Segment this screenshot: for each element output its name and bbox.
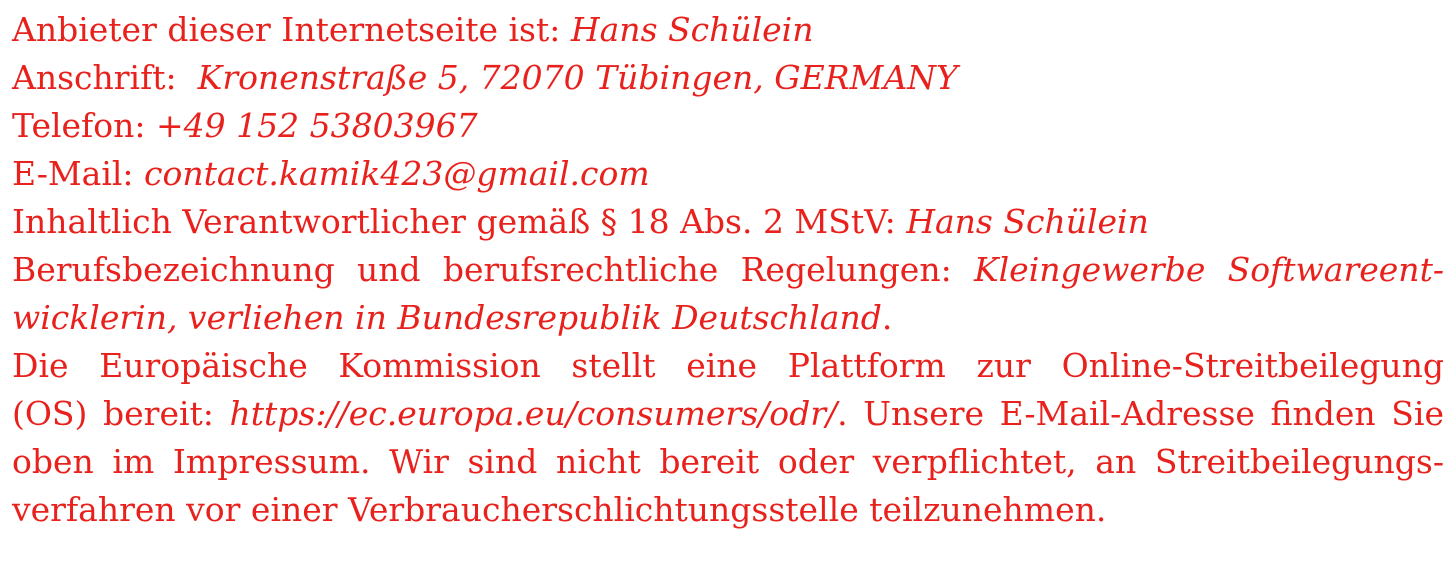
profession-value-end: . (881, 298, 893, 337)
odr-suffix: . Unsere E-Mail-Adresse finden Sie (837, 394, 1444, 433)
phone-value: +49 152 53803967 (156, 106, 478, 145)
responsible-line: Inhaltlich Verantwortlicher gemäß § 18 A… (12, 198, 1444, 246)
profession-line-1: Berufsbezeichnung und berufsrechtliche R… (12, 246, 1444, 294)
email-line: E-Mail: contact.kamik423@gmail.com (12, 150, 1444, 198)
profession-value-part1: Kleingewerbe Softwareent- (973, 250, 1444, 289)
odr-text-3: oben im Impressum. Wir sind nicht bereit… (12, 442, 1444, 481)
address-label: Anschrift: (12, 58, 177, 97)
odr-prefix: (OS) bereit: (12, 394, 214, 433)
odr-line-2: (OS) bereit: https://ec.europa.eu/consum… (12, 390, 1444, 438)
odr-line-3: oben im Impressum. Wir sind nicht bereit… (12, 438, 1444, 486)
profession-value-part2: wicklerin, verliehen in Bundesrepublik D… (12, 298, 882, 337)
email-label: E-Mail: (12, 154, 134, 193)
profession-line-2: wicklerin, verliehen in Bundesrepublik D… (12, 294, 1444, 342)
odr-text-4: verfahren vor einer Verbraucherschlichtu… (12, 490, 1107, 529)
responsible-name: Hans Schülein (906, 202, 1149, 241)
odr-line-4: verfahren vor einer Verbraucherschlichtu… (12, 486, 1444, 534)
address-value: Kronenstraße 5, 72070 Tübingen, GERMANY (197, 58, 958, 97)
odr-text-1: Die Europäische Kommission stellt eine P… (12, 346, 1444, 385)
provider-label: Anbieter dieser Internetseite ist: (12, 10, 561, 49)
impressum-text: Anbieter dieser Internetseite ist: Hans … (12, 6, 1444, 534)
odr-line-1: Die Europäische Kommission stellt eine P… (12, 342, 1444, 390)
email-link[interactable]: contact.kamik423@gmail.com (144, 154, 650, 193)
phone-label: Telefon: (12, 106, 146, 145)
address-line: Anschrift: Kronenstraße 5, 72070 Tübinge… (12, 54, 1444, 102)
provider-name: Hans Schülein (570, 10, 814, 49)
phone-line: Telefon: +49 152 53803967 (12, 102, 1444, 150)
odr-link[interactable]: https://ec.europa.eu/consumers/odr/ (230, 394, 838, 433)
profession-label: Berufsbezeichnung und berufsrechtliche R… (12, 250, 952, 289)
provider-line: Anbieter dieser Internetseite ist: Hans … (12, 6, 1444, 54)
responsible-label: Inhaltlich Verantwortlicher gemäß § 18 A… (12, 202, 896, 241)
